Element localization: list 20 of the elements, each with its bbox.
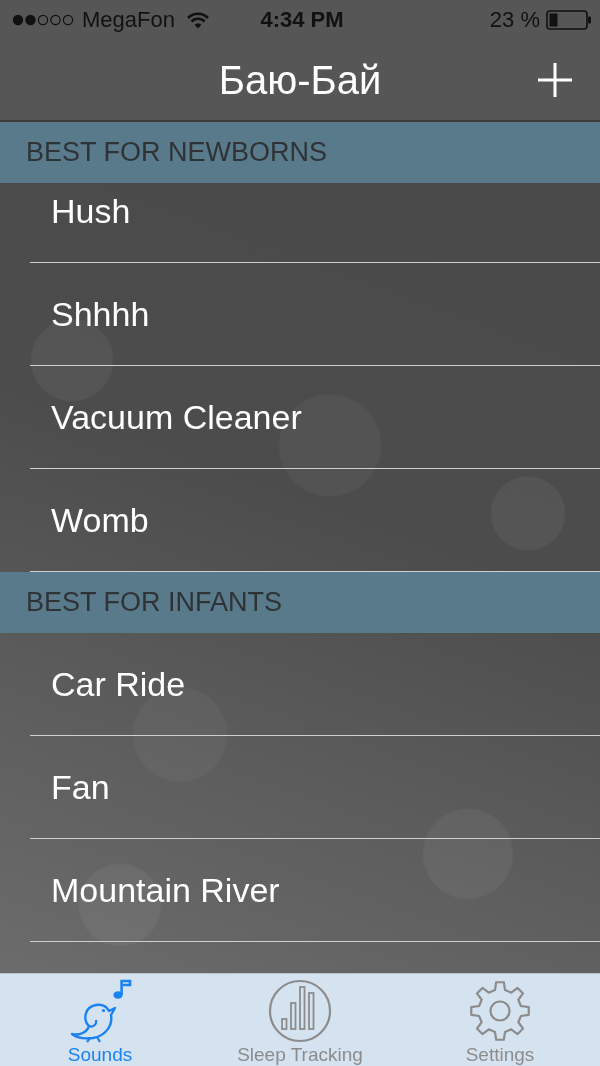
battery-percentage: 23 % bbox=[489, 7, 540, 33]
wifi-icon bbox=[186, 11, 209, 29]
sound-list-item[interactable]: Fan bbox=[30, 736, 600, 839]
signal-strength-icon bbox=[12, 14, 74, 26]
add-button[interactable] bbox=[538, 63, 572, 97]
settings-icon bbox=[468, 979, 532, 1043]
sound-list-item[interactable]: Car Ride bbox=[30, 633, 600, 736]
plus-icon bbox=[538, 63, 572, 97]
section-header: BEST FOR NEWBORNS bbox=[0, 122, 600, 183]
screen-title: Баю-Бай bbox=[218, 57, 382, 104]
bar-chart-in-circle-icon bbox=[268, 979, 332, 1043]
sound-list-item[interactable]: Shhhh bbox=[30, 263, 600, 366]
sound-list-item[interactable]: Mountain River bbox=[30, 839, 600, 942]
carrier-name: MegaFon bbox=[82, 7, 175, 33]
sound-list-item[interactable]: Hush bbox=[30, 183, 600, 263]
clock-time: 4:34 PM bbox=[260, 7, 344, 33]
bird-with-music-note-icon bbox=[68, 979, 132, 1043]
sound-list-item[interactable]: Vacuum Cleaner bbox=[30, 366, 600, 469]
battery-icon bbox=[546, 10, 592, 30]
section-header: BEST FOR INFANTS bbox=[0, 572, 600, 633]
